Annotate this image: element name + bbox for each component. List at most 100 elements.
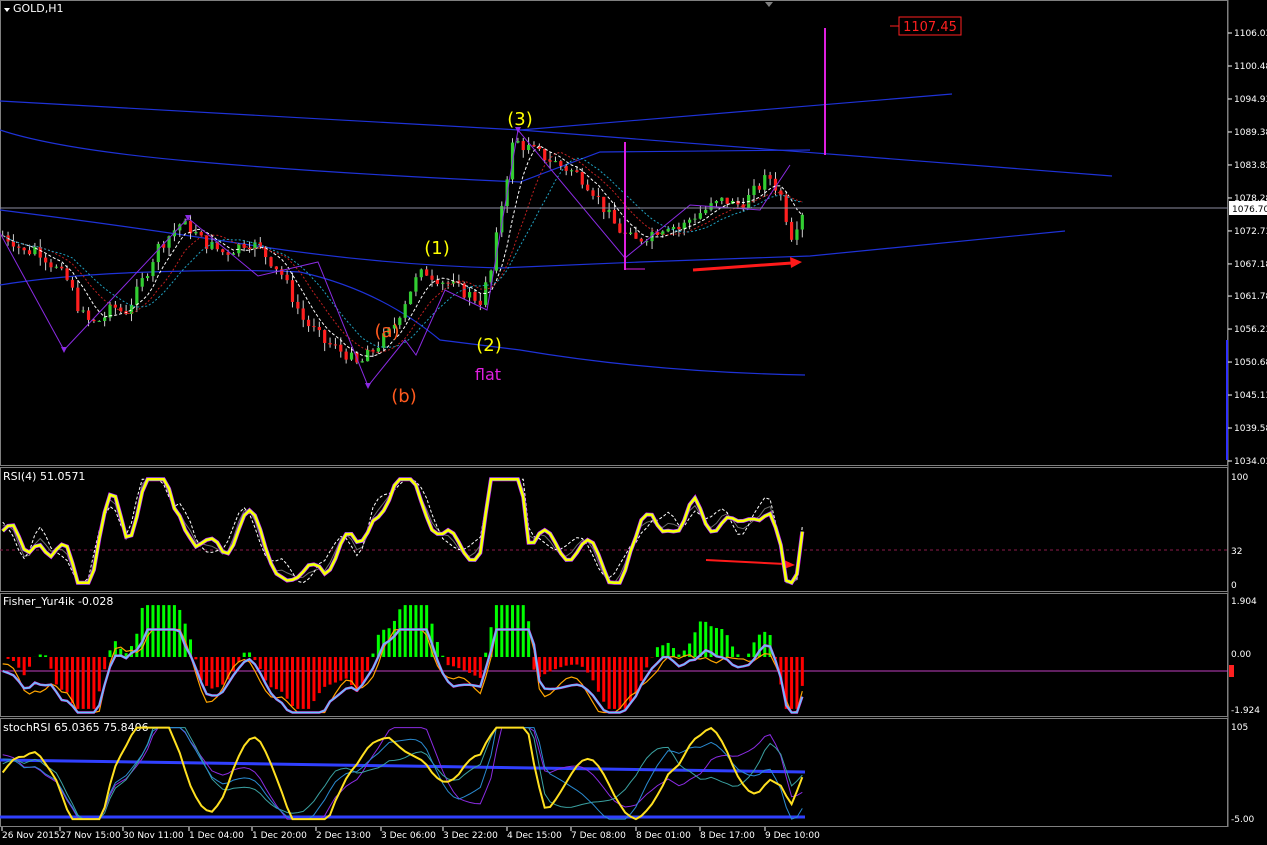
zigzag-lines: [0, 127, 790, 389]
fisher-bar: [645, 657, 648, 667]
fisher-bar: [414, 605, 417, 657]
candle-body: [618, 224, 621, 233]
candle-body: [629, 233, 632, 234]
candle-body: [194, 232, 197, 233]
stoch-teal-line: [3, 728, 803, 820]
fisher-bar: [484, 653, 487, 657]
wave-label-3: (3): [507, 109, 533, 130]
candle-body: [769, 175, 772, 179]
channel-line: [0, 101, 1112, 176]
chart-shift-icon[interactable]: [765, 2, 773, 7]
candle-body: [237, 244, 240, 253]
fisher-bar: [441, 656, 444, 657]
candle-body: [296, 302, 299, 309]
candle-body: [141, 278, 144, 287]
fisher-bar: [715, 628, 718, 657]
fisher-bar: [543, 657, 546, 674]
fisher-bar: [699, 621, 702, 657]
fisher-bar: [608, 657, 611, 709]
fisher-bar: [527, 621, 530, 657]
fisher-bar: [747, 654, 750, 657]
price-axis-label: 1056.23: [1234, 325, 1267, 335]
fisher-bar: [28, 657, 31, 667]
price-axis-label: 1100.48: [1234, 62, 1267, 72]
price-axis-label: 1034.03: [1234, 457, 1267, 467]
price-axis: 1106.031100.481094.931089.381083.831078.…: [1228, 29, 1267, 467]
fisher-bar: [795, 657, 798, 709]
candle-body: [640, 239, 643, 242]
candle-body: [790, 222, 793, 240]
fisher-bar: [307, 657, 310, 709]
candle-body: [28, 250, 31, 254]
time-axis: 26 Nov 201527 Nov 15:0030 Nov 11:001 Dec…: [2, 827, 820, 841]
candle-body: [667, 229, 670, 231]
fisher-bar: [49, 657, 52, 669]
candle-body: [677, 227, 680, 229]
rsi-lines: [3, 479, 803, 582]
candle-body: [726, 198, 729, 204]
fisher-bar: [613, 657, 616, 709]
fisher-bar: [404, 605, 407, 657]
price-axis-label: 1050.68: [1234, 358, 1267, 368]
price-axis-label: 1094.93: [1234, 95, 1267, 105]
stochrsi-label: stochRSI 65.0365 75.8406: [3, 721, 149, 734]
stoch-purple-line: [3, 728, 803, 820]
candle-body: [103, 318, 106, 321]
candle-body: [516, 141, 519, 143]
candle-body: [522, 141, 525, 150]
candle-body: [119, 308, 122, 311]
fisher-bar: [280, 657, 283, 692]
channel-line: [0, 130, 810, 182]
candle-body: [693, 219, 696, 220]
fisher-bar: [270, 657, 273, 687]
fisher-value-marker: [1229, 665, 1234, 677]
candle-body: [404, 304, 407, 318]
fisher-bar: [291, 657, 294, 706]
time-axis-label: 2 Dec 13:00: [316, 831, 371, 841]
fisher-bar: [581, 657, 584, 667]
candle-body: [221, 249, 224, 252]
fisher-label: Fisher_Yur4ik -0.028: [3, 595, 113, 608]
candle-body: [602, 197, 605, 212]
rsi-magenta-line: [3, 479, 803, 582]
candle-body: [468, 292, 471, 297]
candle-body: [672, 227, 675, 229]
fisher-bar: [66, 657, 69, 692]
fisher-bar: [656, 647, 659, 657]
candle-body: [570, 170, 573, 171]
candle-body: [688, 220, 691, 223]
fisher-bar: [452, 657, 455, 666]
fisher-bar: [39, 655, 42, 657]
candle-body: [334, 344, 337, 345]
fisher-bar: [286, 657, 289, 699]
candle-body: [430, 276, 433, 280]
fisher-bar: [586, 657, 589, 673]
candle-body: [559, 161, 562, 166]
fisher-bar: [253, 657, 256, 660]
fisher-bar: [318, 657, 321, 693]
candle-body: [532, 145, 535, 146]
candle-body: [758, 186, 761, 190]
candle-body: [339, 345, 342, 352]
stochrsi-level-high: 105: [1231, 723, 1248, 733]
fisher-bar: [329, 657, 332, 685]
fisher-bar: [361, 657, 364, 684]
symbol-dropdown-icon[interactable]: [4, 8, 10, 12]
candle-body: [76, 288, 79, 311]
rsi-level-32-label: 32: [1231, 547, 1242, 557]
price-axis-label: 1067.18: [1234, 260, 1267, 270]
candle-body: [613, 210, 616, 224]
candle-body: [785, 195, 788, 222]
candle-body: [92, 320, 95, 321]
fisher-bar: [500, 605, 503, 657]
fisher-bar: [194, 657, 197, 659]
candle-body: [286, 275, 289, 280]
candle-body: [479, 301, 482, 305]
fisher-bar: [109, 650, 112, 657]
fisher-bar: [559, 657, 562, 667]
price-tag-label: 1107.45: [903, 20, 957, 35]
candle-body: [23, 248, 26, 251]
fisher-bar: [205, 657, 208, 686]
rsi-level-100: 100: [1231, 473, 1248, 483]
fisher-level-low: -1.924: [1231, 706, 1260, 716]
